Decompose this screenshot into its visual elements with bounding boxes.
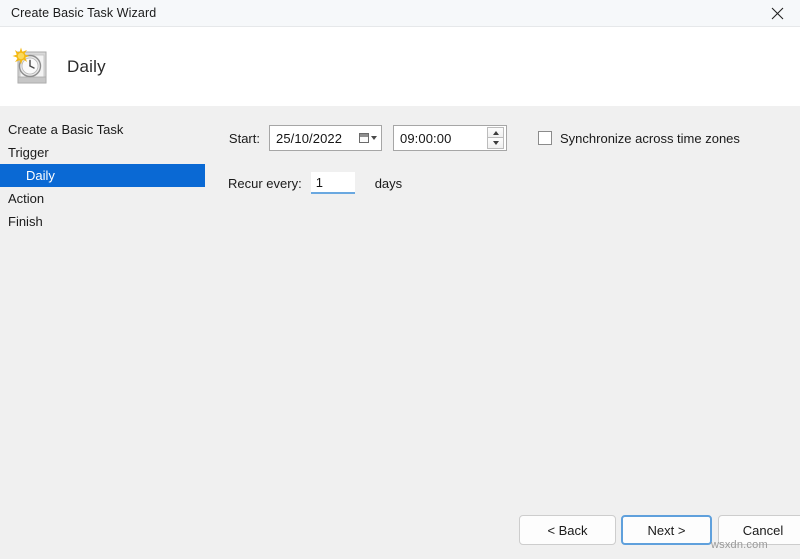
start-time-input[interactable]: 09:00:00 bbox=[393, 125, 507, 151]
recur-every-label: Recur every: bbox=[228, 175, 302, 191]
title-bar: Create Basic Task Wizard bbox=[0, 0, 800, 27]
sidebar-item-finish[interactable]: Finish bbox=[0, 210, 205, 233]
sidebar-item-trigger[interactable]: Trigger bbox=[0, 141, 205, 164]
sidebar-item-action[interactable]: Action bbox=[0, 187, 205, 210]
date-picker-button[interactable] bbox=[359, 126, 377, 150]
cancel-button[interactable]: Cancel bbox=[718, 515, 800, 545]
back-button[interactable]: < Back bbox=[519, 515, 616, 545]
spinner-down-button[interactable] bbox=[487, 138, 504, 149]
spinner-down-icon bbox=[492, 141, 499, 145]
sidebar-item-label: Daily bbox=[26, 168, 55, 183]
sidebar-item-label: Finish bbox=[8, 214, 43, 229]
sidebar-item-daily[interactable]: Daily bbox=[0, 164, 205, 187]
wizard-step-list: Create a Basic Task Trigger Daily Action… bbox=[0, 118, 205, 233]
calendar-icon bbox=[359, 133, 369, 143]
synchronize-across-time-zones-checkbox[interactable]: Synchronize across time zones bbox=[538, 131, 740, 146]
page-title: Daily bbox=[67, 56, 106, 76]
task-scheduler-daily-icon bbox=[7, 43, 55, 91]
spinner-up-button[interactable] bbox=[487, 127, 504, 138]
start-row: Start: 25/10/2022 09:00:00 Synchronize a… bbox=[215, 125, 740, 151]
sidebar-item-label: Trigger bbox=[8, 145, 49, 160]
recur-every-input[interactable]: 1 bbox=[310, 172, 355, 194]
start-date-input[interactable]: 25/10/2022 bbox=[269, 125, 382, 151]
wizard-footer: < Back Next > Cancel bbox=[0, 499, 800, 559]
wizard-header: Daily bbox=[0, 27, 800, 106]
next-button[interactable]: Next > bbox=[621, 515, 712, 545]
sidebar-item-create-a-basic-task[interactable]: Create a Basic Task bbox=[0, 118, 205, 141]
recur-unit-label: days bbox=[374, 175, 403, 191]
synchronize-label: Synchronize across time zones bbox=[560, 130, 740, 146]
wizard-body: Create a Basic Task Trigger Daily Action… bbox=[0, 106, 800, 559]
checkbox-box[interactable] bbox=[538, 131, 552, 145]
close-button[interactable] bbox=[754, 0, 800, 26]
main-content: Start: 25/10/2022 09:00:00 Synchronize a… bbox=[215, 106, 800, 559]
recur-row: Recur every: 1 days bbox=[228, 172, 402, 194]
chevron-down-icon bbox=[371, 136, 377, 140]
start-date-value: 25/10/2022 bbox=[276, 130, 343, 146]
window-title: Create Basic Task Wizard bbox=[11, 6, 157, 20]
recur-every-value: 1 bbox=[315, 174, 323, 190]
time-spinner[interactable] bbox=[487, 127, 504, 149]
close-icon bbox=[771, 7, 783, 19]
spinner-up-icon bbox=[492, 130, 499, 135]
start-time-value: 09:00:00 bbox=[400, 130, 452, 146]
start-label: Start: bbox=[228, 130, 260, 146]
sidebar-item-label: Create a Basic Task bbox=[8, 122, 124, 137]
sidebar-item-label: Action bbox=[8, 191, 45, 206]
